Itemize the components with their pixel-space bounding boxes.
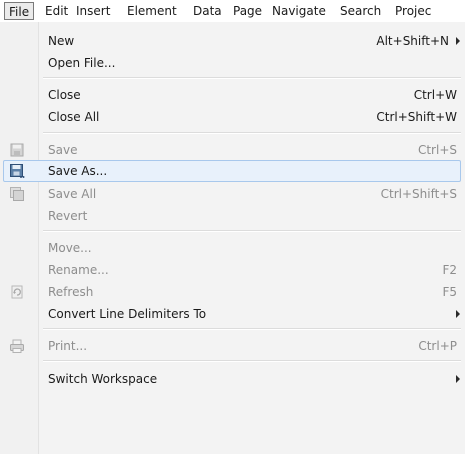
menu-item-shortcut: Ctrl+Shift+W — [376, 110, 457, 124]
menu-item-new[interactable]: New Alt+Shift+N — [0, 30, 465, 52]
menu-separator — [43, 328, 461, 330]
menu-item-shortcut: F5 — [442, 285, 457, 299]
menu-file[interactable]: File — [4, 2, 35, 20]
menu-item-save-as[interactable]: Save As... — [3, 160, 461, 182]
menu-item-label: Close All — [48, 110, 100, 124]
menu-separator — [43, 77, 461, 79]
menu-item-move[interactable]: Move... — [0, 237, 465, 259]
menu-item-shortcut: Ctrl+P — [418, 339, 457, 353]
menu-separator — [43, 132, 461, 134]
printer-icon — [10, 339, 24, 353]
menu-navigate[interactable]: Navigate — [272, 3, 326, 20]
menu-item-label: Refresh — [48, 285, 94, 299]
menu-item-label: Switch Workspace — [48, 372, 158, 386]
menu-item-save[interactable]: Save Ctrl+S — [0, 139, 465, 161]
refresh-icon — [11, 285, 23, 299]
menu-item-label: Save All — [48, 187, 97, 201]
save-all-icon — [10, 187, 24, 201]
menu-bar: File Edit Insert Element Data Page Navig… — [0, 0, 465, 22]
menu-item-print[interactable]: Print... Ctrl+P — [0, 335, 465, 357]
floppy-icon — [10, 143, 24, 157]
submenu-arrow-icon — [456, 310, 460, 318]
menu-item-label: Open File... — [48, 56, 116, 70]
menu-item-label: Move... — [48, 241, 92, 255]
menu-item-label: Rename... — [48, 263, 109, 277]
menu-project[interactable]: Projec — [395, 3, 431, 20]
menu-item-label: Save — [48, 143, 78, 157]
menu-item-shortcut: Alt+Shift+N — [376, 34, 449, 48]
menu-separator — [43, 230, 461, 232]
menu-item-label: Convert Line Delimiters To — [48, 307, 207, 321]
menu-item-shortcut: Ctrl+Shift+S — [380, 187, 457, 201]
menu-item-label: Close — [48, 88, 81, 102]
menu-item-label: Print... — [48, 339, 88, 353]
save-as-icon — [10, 164, 25, 178]
menu-insert[interactable]: Insert — [76, 3, 110, 20]
menu-item-shortcut: Ctrl+W — [413, 88, 457, 102]
menu-item-save-all[interactable]: Save All Ctrl+Shift+S — [0, 183, 465, 205]
menu-item-close[interactable]: Close Ctrl+W — [0, 84, 465, 106]
submenu-arrow-icon — [456, 375, 460, 383]
menu-item-shortcut: Ctrl+S — [417, 143, 457, 157]
menu-item-rename[interactable]: Rename... F2 — [0, 259, 465, 281]
menu-item-convert-line-delimiters[interactable]: Convert Line Delimiters To — [0, 303, 465, 325]
menu-element[interactable]: Element — [127, 3, 177, 20]
menu-item-refresh[interactable]: Refresh F5 — [0, 281, 465, 303]
menu-separator — [43, 360, 461, 362]
menu-item-close-all[interactable]: Close All Ctrl+Shift+W — [0, 106, 465, 128]
menu-item-label: Save As... — [48, 164, 108, 178]
menu-item-open-file[interactable]: Open File... — [0, 52, 465, 74]
menu-item-shortcut: F2 — [442, 263, 457, 277]
menu-page[interactable]: Page — [233, 3, 262, 20]
menu-item-label: Revert — [48, 209, 88, 223]
file-menu-dropdown: New Alt+Shift+N Open File... Close Ctrl+… — [0, 22, 465, 454]
menu-item-label: New — [48, 34, 75, 48]
menu-data[interactable]: Data — [193, 3, 222, 20]
submenu-arrow-icon — [456, 37, 460, 45]
menu-search[interactable]: Search — [340, 3, 381, 20]
menu-edit[interactable]: Edit — [45, 3, 68, 20]
menu-item-revert[interactable]: Revert — [0, 205, 465, 227]
menu-item-switch-workspace[interactable]: Switch Workspace — [0, 368, 465, 390]
